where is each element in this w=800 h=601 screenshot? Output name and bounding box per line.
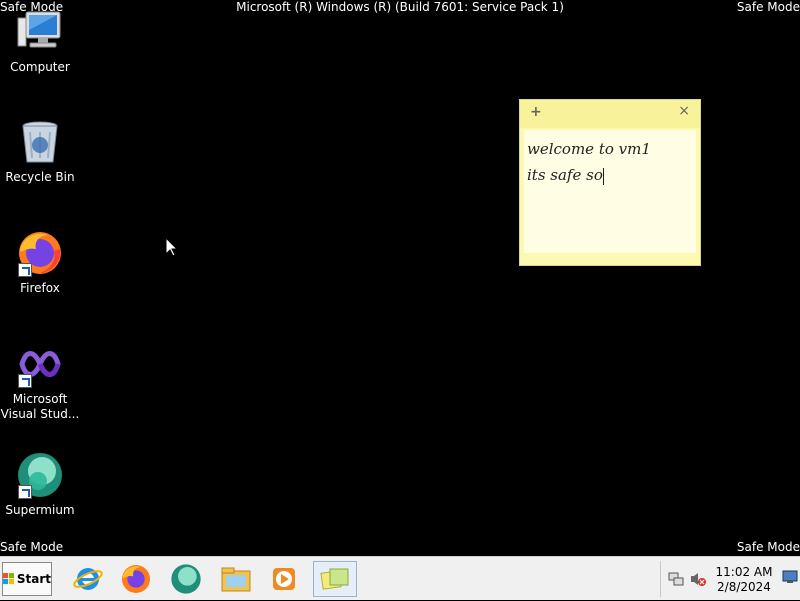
taskbar: Start 11:02 AM 2/8/2024 bbox=[0, 556, 800, 600]
note-line: welcome to vm1 bbox=[527, 140, 651, 158]
desktop-icon-supermium[interactable]: Supermium bbox=[0, 451, 80, 518]
taskbar-internet-explorer[interactable] bbox=[66, 561, 110, 597]
media-player-icon bbox=[273, 568, 295, 590]
clock[interactable]: 11:02 AM 2/8/2024 bbox=[712, 565, 776, 595]
sticky-notes-icon bbox=[320, 568, 349, 590]
desktop-icon-recycle-bin[interactable]: Recycle Bin bbox=[0, 118, 80, 185]
start-label: Start bbox=[16, 572, 51, 586]
desktop-icon-label: Microsoft Visual Stud... bbox=[0, 392, 80, 422]
recycle-bin-icon bbox=[16, 118, 64, 166]
firefox-icon bbox=[122, 565, 150, 593]
file-explorer-icon bbox=[221, 567, 251, 592]
desktop-icon-label: Supermium bbox=[5, 503, 75, 517]
shortcut-arrow-icon bbox=[18, 374, 32, 388]
windows-build-title: Microsoft (R) Windows (R) (Build 7601: S… bbox=[236, 0, 564, 14]
network-icon[interactable] bbox=[668, 571, 684, 587]
computer-icon bbox=[16, 8, 64, 56]
show-desktop-icon[interactable] bbox=[782, 569, 798, 585]
taskbar-firefox[interactable] bbox=[114, 561, 158, 597]
taskbar-supermium[interactable] bbox=[164, 561, 208, 597]
desktop-icon-visual-studio[interactable]: Microsoft Visual Stud... bbox=[0, 340, 80, 422]
windows-logo-icon bbox=[3, 573, 15, 585]
clock-time: 11:02 AM bbox=[715, 565, 773, 579]
label-line: Microsoft bbox=[12, 392, 68, 406]
desktop-icon-label: Firefox bbox=[20, 281, 60, 295]
add-note-button[interactable]: + bbox=[530, 104, 542, 120]
shortcut-arrow-icon bbox=[18, 263, 32, 277]
text-caret bbox=[602, 167, 604, 185]
sticky-note-title-bar[interactable]: + × bbox=[520, 100, 700, 128]
desktop-icon-label: Recycle Bin bbox=[5, 170, 75, 184]
sticky-note[interactable]: + × welcome to vm1 its safe so bbox=[520, 100, 700, 265]
clock-date: 2/8/2024 bbox=[717, 580, 771, 594]
visual-studio-icon bbox=[16, 340, 64, 388]
desktop-icon-label: Computer bbox=[10, 60, 70, 74]
note-line-text: its safe so bbox=[527, 166, 603, 184]
safe-mode-label-bottom-right: Safe Mode bbox=[736, 540, 800, 554]
note-line: its safe so bbox=[527, 162, 693, 188]
volume-muted-icon[interactable] bbox=[690, 571, 706, 587]
safe-mode-label-top-right: Safe Mode bbox=[736, 0, 800, 14]
internet-explorer-icon bbox=[73, 568, 103, 590]
desktop-icon-firefox[interactable]: Firefox bbox=[0, 229, 80, 296]
close-note-button[interactable]: × bbox=[678, 103, 690, 119]
safe-mode-label-bottom-left: Safe Mode bbox=[0, 540, 64, 554]
start-button[interactable]: Start bbox=[2, 562, 52, 596]
supermium-icon bbox=[16, 451, 64, 499]
firefox-icon bbox=[16, 229, 64, 277]
desktop-icon-computer[interactable]: Computer bbox=[0, 8, 80, 75]
taskbar-sticky-notes[interactable] bbox=[313, 561, 357, 597]
supermium-icon bbox=[171, 564, 201, 594]
taskbar-file-explorer[interactable] bbox=[214, 561, 258, 597]
system-tray: 11:02 AM 2/8/2024 bbox=[660, 557, 800, 601]
tray-separator bbox=[660, 561, 661, 597]
shortcut-arrow-icon bbox=[18, 485, 32, 499]
label-line: Visual Stud... bbox=[0, 407, 80, 421]
sticky-note-text-area[interactable]: welcome to vm1 its safe so bbox=[524, 130, 696, 253]
taskbar-media-player[interactable] bbox=[262, 561, 306, 597]
